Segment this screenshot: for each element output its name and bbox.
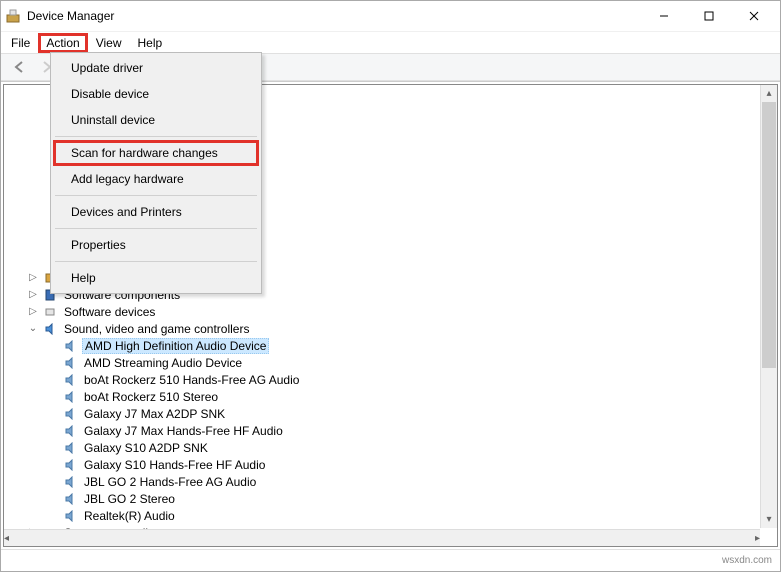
menu-separator bbox=[55, 228, 257, 229]
audio-device-icon bbox=[62, 389, 78, 405]
tree-label: Sound, video and game controllers bbox=[62, 322, 251, 336]
expand-icon[interactable]: ▷ bbox=[26, 288, 40, 302]
menu-help[interactable]: Help bbox=[130, 34, 171, 52]
menu-properties[interactable]: Properties bbox=[53, 232, 259, 258]
audio-device-icon bbox=[62, 372, 78, 388]
tree-node-software-devices[interactable]: ▷ Software devices bbox=[4, 303, 777, 320]
menu-add-legacy-hardware[interactable]: Add legacy hardware bbox=[53, 166, 259, 192]
tree-label: boAt Rockerz 510 Hands-Free AG Audio bbox=[82, 373, 301, 387]
back-button[interactable] bbox=[7, 56, 31, 78]
tree-node-audio-device[interactable]: AMD Streaming Audio Device bbox=[4, 354, 777, 371]
watermark-text: wsxdn.com bbox=[722, 555, 772, 566]
sound-icon bbox=[42, 321, 58, 337]
maximize-button[interactable] bbox=[686, 2, 731, 30]
audio-device-icon bbox=[62, 474, 78, 490]
titlebar: Device Manager bbox=[1, 1, 780, 31]
close-button[interactable] bbox=[731, 2, 776, 30]
horizontal-scrollbar[interactable]: ◂ ▸ bbox=[4, 529, 760, 546]
scroll-down-icon[interactable]: ▾ bbox=[761, 511, 777, 528]
audio-device-icon bbox=[62, 491, 78, 507]
tree-label: Galaxy S10 A2DP SNK bbox=[82, 441, 210, 455]
expand-icon[interactable]: ▷ bbox=[26, 305, 40, 319]
menu-update-driver[interactable]: Update driver bbox=[53, 55, 259, 81]
tree-node-audio-device[interactable]: boAt Rockerz 510 Hands-Free AG Audio bbox=[4, 371, 777, 388]
audio-device-icon bbox=[62, 508, 78, 524]
tree-node-audio-device[interactable]: Realtek(R) Audio bbox=[4, 507, 777, 524]
menu-separator bbox=[55, 136, 257, 137]
tree-node-audio-device[interactable]: JBL GO 2 Stereo bbox=[4, 490, 777, 507]
tree-node-sound-controllers[interactable]: ⌄ Sound, video and game controllers bbox=[4, 320, 777, 337]
menu-action[interactable]: Action bbox=[38, 33, 87, 53]
tree-node-audio-device[interactable]: Galaxy J7 Max Hands-Free HF Audio bbox=[4, 422, 777, 439]
audio-device-icon bbox=[62, 338, 78, 354]
tree-label: boAt Rockerz 510 Stereo bbox=[82, 390, 220, 404]
tree-label: AMD Streaming Audio Device bbox=[82, 356, 244, 370]
minimize-button[interactable] bbox=[641, 2, 686, 30]
tree-node-audio-device[interactable]: Galaxy S10 A2DP SNK bbox=[4, 439, 777, 456]
menu-file[interactable]: File bbox=[3, 34, 38, 52]
menu-help[interactable]: Help bbox=[53, 265, 259, 291]
tree-node-audio-device[interactable]: JBL GO 2 Hands-Free AG Audio bbox=[4, 473, 777, 490]
tree-node-audio-device[interactable]: Galaxy S10 Hands-Free HF Audio bbox=[4, 456, 777, 473]
audio-device-icon bbox=[62, 423, 78, 439]
scroll-up-icon[interactable]: ▴ bbox=[761, 85, 777, 102]
audio-device-icon bbox=[62, 355, 78, 371]
menu-separator bbox=[55, 261, 257, 262]
menu-view[interactable]: View bbox=[88, 34, 130, 52]
scroll-left-icon[interactable]: ◂ bbox=[4, 530, 9, 547]
tree-label: AMD High Definition Audio Device bbox=[82, 338, 269, 354]
menubar: File Action View Help bbox=[1, 31, 780, 53]
tree-label: Galaxy J7 Max Hands-Free HF Audio bbox=[82, 424, 285, 438]
tree-node-audio-device[interactable]: AMD High Definition Audio Device bbox=[4, 337, 777, 354]
menu-scan-hardware-changes[interactable]: Scan for hardware changes bbox=[53, 140, 259, 166]
action-dropdown-menu: Update driver Disable device Uninstall d… bbox=[50, 52, 262, 294]
vertical-scrollbar[interactable]: ▴ ▾ bbox=[760, 85, 777, 528]
tree-label: Software devices bbox=[62, 305, 157, 319]
scroll-right-icon[interactable]: ▸ bbox=[755, 530, 760, 547]
menu-devices-and-printers[interactable]: Devices and Printers bbox=[53, 199, 259, 225]
audio-device-icon bbox=[62, 457, 78, 473]
tree-label: JBL GO 2 Hands-Free AG Audio bbox=[82, 475, 258, 489]
menu-uninstall-device[interactable]: Uninstall device bbox=[53, 107, 259, 133]
app-icon bbox=[5, 8, 21, 24]
menu-separator bbox=[55, 195, 257, 196]
collapse-icon[interactable]: ⌄ bbox=[26, 322, 40, 336]
audio-device-icon bbox=[62, 406, 78, 422]
tree-label: Realtek(R) Audio bbox=[82, 509, 177, 523]
audio-device-icon bbox=[62, 440, 78, 456]
menu-disable-device[interactable]: Disable device bbox=[53, 81, 259, 107]
statusbar: wsxdn.com bbox=[1, 549, 780, 571]
scroll-thumb[interactable] bbox=[762, 102, 776, 368]
tree-label: JBL GO 2 Stereo bbox=[82, 492, 177, 506]
expand-icon[interactable]: ▷ bbox=[26, 271, 40, 285]
tree-label: Galaxy S10 Hands-Free HF Audio bbox=[82, 458, 267, 472]
tree-label: Galaxy J7 Max A2DP SNK bbox=[82, 407, 227, 421]
software-devices-icon bbox=[42, 304, 58, 320]
tree-node-audio-device[interactable]: boAt Rockerz 510 Stereo bbox=[4, 388, 777, 405]
window-controls bbox=[641, 2, 776, 30]
tree-node-audio-device[interactable]: Galaxy J7 Max A2DP SNK bbox=[4, 405, 777, 422]
window-title: Device Manager bbox=[27, 9, 641, 23]
